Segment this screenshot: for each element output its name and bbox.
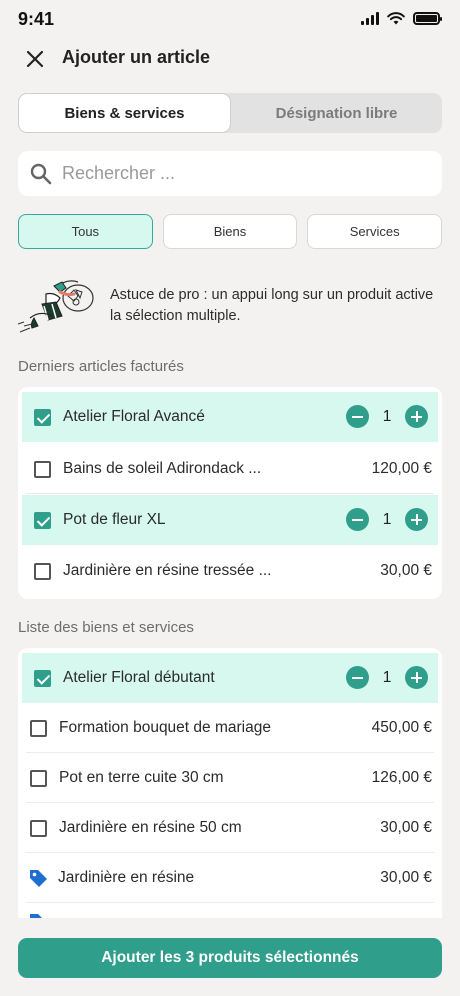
catalog-card: Atelier Floral débutant 1 Formation bouq… [18,648,442,948]
gardener-illustration-icon [17,280,94,333]
filter-services[interactable]: Services [307,214,443,249]
filter-goods[interactable]: Biens [162,214,298,249]
item-label: Atelier Floral Avancé [63,408,205,425]
item-price: 30,00 € [380,819,432,836]
quantity-value: 1 [382,407,392,425]
checkbox[interactable] [30,719,47,737]
status-time: 9:41 [18,9,55,29]
quantity-stepper: 1 [346,508,428,531]
divider [26,493,434,494]
search-bar [18,151,442,196]
tag-icon [30,869,47,887]
list-item[interactable]: Atelier Floral débutant 1 [22,653,438,703]
item-price: 450,00 € [371,719,432,736]
quantity-stepper: 1 [346,666,428,689]
item-label: Formation bouquet de mariage [59,719,271,736]
item-label: Pot de fleur XL [63,511,166,528]
status-bar: 9:41 [0,0,460,40]
item-label: Bains de soleil Adirondack ... [63,460,262,477]
section-title-catalog: Liste des biens et services [18,619,194,636]
item-price: 30,00 € [380,562,432,579]
checkbox[interactable] [34,460,51,478]
recent-items-card: Atelier Floral Avancé 1 Bains de soleil … [18,387,442,599]
close-icon[interactable] [22,46,48,72]
plus-button[interactable] [405,405,428,428]
minus-button[interactable] [346,508,369,531]
item-price: 30,00 € [380,869,432,886]
search-icon [30,163,52,184]
checkbox-checked[interactable] [34,511,51,529]
checkbox[interactable] [30,769,47,787]
add-selected-button[interactable]: Ajouter les 3 produits sélectionnés [18,938,442,978]
item-price: 126,00 € [371,769,432,786]
tab-free-designation[interactable]: Désignation libre [231,93,442,133]
wifi-icon [387,12,405,25]
list-item[interactable]: Formation bouquet de mariage 450,00 € [18,703,442,753]
tip-text: Astuce de pro : un appui long sur un pro… [110,287,434,324]
header: Ajouter un article [0,40,460,76]
list-item[interactable]: Jardinière en résine tressée ... 30,00 € [18,546,442,596]
minus-button[interactable] [346,405,369,428]
quantity-value: 1 [382,668,392,686]
quantity-value: 1 [382,510,392,528]
pro-tip: Astuce de pro : un appui long sur un pro… [16,274,444,336]
filter-all[interactable]: Tous [18,214,153,249]
tab-goods-services[interactable]: Biens & services [18,93,231,133]
search-input[interactable] [62,163,402,184]
item-label: Atelier Floral débutant [63,669,215,686]
checkbox[interactable] [34,562,51,580]
item-price: 120,00 € [371,460,432,477]
item-label: Pot en terre cuite 30 cm [59,769,224,786]
list-item[interactable]: Atelier Floral Avancé 1 [22,392,438,442]
checkbox-checked[interactable] [34,408,51,426]
list-item[interactable]: Jardinière en résine 50 cm 30,00 € [18,803,442,853]
plus-button[interactable] [405,666,428,689]
checkbox-checked[interactable] [34,669,51,687]
list-item[interactable]: Pot de fleur XL 1 [22,495,438,545]
plus-button[interactable] [405,508,428,531]
item-label: Jardinière en résine tressée ... [63,562,272,579]
minus-button[interactable] [346,666,369,689]
item-label: Jardinière en résine 50 cm [59,819,242,836]
bottom-bar: Ajouter les 3 produits sélectionnés [0,918,460,996]
list-item[interactable]: Pot en terre cuite 30 cm 126,00 € [18,753,442,803]
list-item[interactable]: Jardinière en résine 30,00 € [18,853,442,903]
status-icons [361,12,442,25]
section-title-recent: Derniers articles facturés [18,358,184,375]
signal-icon [361,12,379,25]
list-item[interactable]: Bains de soleil Adirondack ... 120,00 € [18,444,442,494]
page-title: Ajouter un article [62,47,211,67]
quantity-stepper: 1 [346,405,428,428]
battery-icon [413,12,442,25]
item-label: Jardinière en résine [58,869,195,886]
filter-chips: Tous Biens Services [18,214,443,249]
checkbox[interactable] [30,819,47,837]
segmented-control: Biens & services Désignation libre [18,93,442,133]
